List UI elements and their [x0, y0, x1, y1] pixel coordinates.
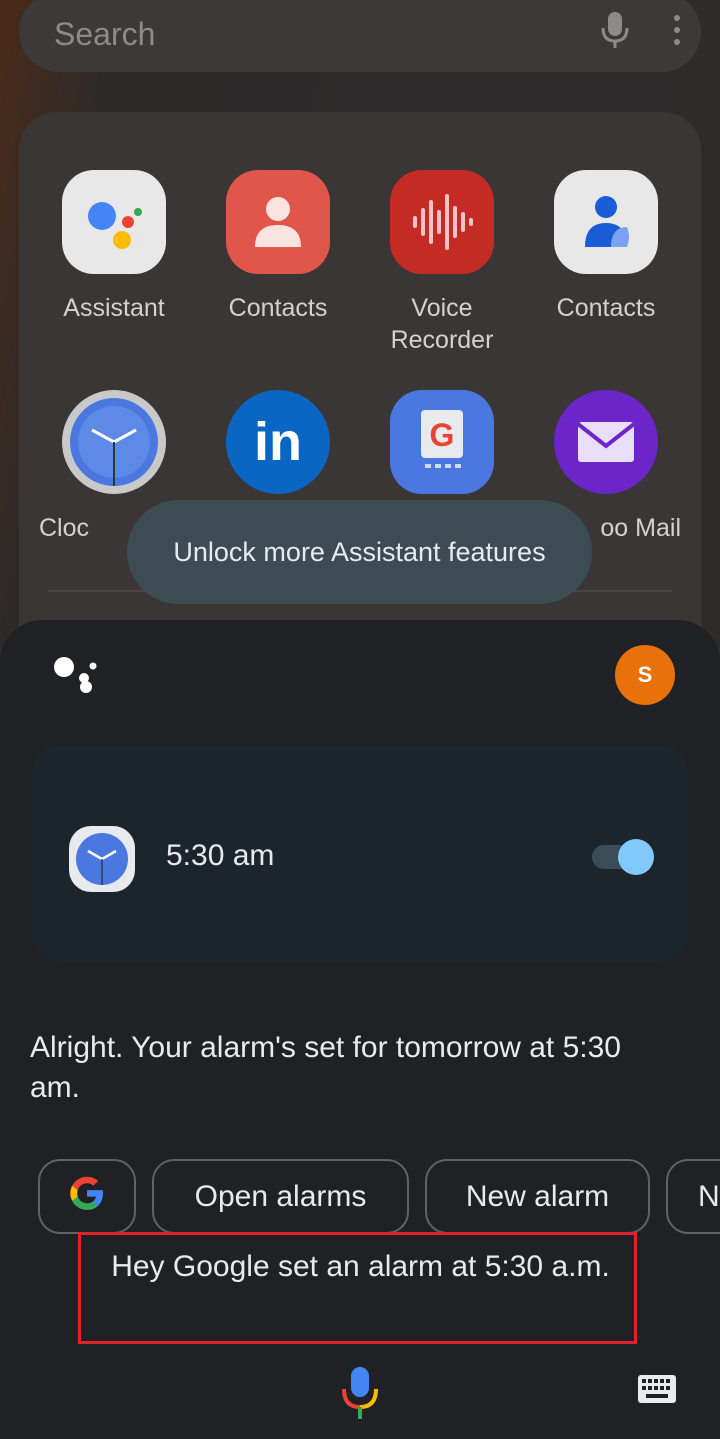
contacts-samsung-icon — [554, 170, 658, 274]
app-label: Contacts — [556, 294, 656, 322]
linkedin-icon: in — [226, 390, 330, 494]
svg-text:in: in — [254, 412, 302, 472]
app-gboard[interactable]: G — [367, 390, 517, 494]
search-bar[interactable]: Search — [19, 0, 701, 72]
google-g-icon — [67, 1173, 107, 1221]
app-label: Assistant — [63, 294, 165, 322]
app-contacts-samsung[interactable]: Contacts — [531, 170, 681, 324]
app-label: Voice Recorder — [390, 294, 494, 354]
assistant-response: Alright. Your alarm's set for tomorrow a… — [30, 1031, 621, 1104]
alarm-time: 5:30 am — [166, 839, 275, 872]
assistant-dots-icon — [52, 654, 100, 699]
user-query: Hey Google set an alarm at 5:30 a.m. — [111, 1250, 610, 1283]
mail-icon — [554, 390, 658, 494]
app-voice-recorder[interactable]: Voice Recorder — [367, 170, 517, 356]
google-assistant-icon — [62, 170, 166, 274]
contacts-person-icon — [226, 170, 330, 274]
mic-icon[interactable] — [599, 10, 631, 55]
new-alarm-chip[interactable]: New alarm — [425, 1159, 650, 1234]
google-search-chip[interactable] — [38, 1159, 136, 1234]
open-alarms-chip[interactable]: Open alarms — [152, 1159, 409, 1234]
app-label: Contacts — [228, 294, 328, 322]
unlock-features-tooltip[interactable]: Unlock more Assistant features — [127, 500, 592, 604]
gboard-icon: G — [390, 390, 494, 494]
alarm-card[interactable]: 5:30 am — [32, 745, 688, 961]
clock-icon — [68, 825, 136, 898]
query-highlight-box: Hey Google set an alarm at 5:30 a.m. — [78, 1232, 637, 1344]
app-linkedin[interactable]: in — [203, 390, 353, 494]
app-contacts[interactable]: Contacts — [203, 170, 353, 324]
avatar[interactable]: S — [615, 645, 675, 705]
search-placeholder[interactable]: Search — [54, 16, 155, 53]
alarm-toggle[interactable] — [592, 839, 654, 875]
clock-icon — [62, 390, 166, 494]
waveform-icon — [390, 170, 494, 274]
more-vert-icon[interactable] — [667, 10, 687, 55]
app-assistant[interactable]: Assistant — [39, 170, 189, 324]
toggle-knob — [618, 839, 654, 875]
svg-text:G: G — [430, 417, 455, 453]
assistant-mic-icon[interactable] — [341, 1365, 379, 1426]
keyboard-icon[interactable] — [637, 1374, 677, 1409]
more-chip[interactable]: N — [666, 1159, 720, 1234]
